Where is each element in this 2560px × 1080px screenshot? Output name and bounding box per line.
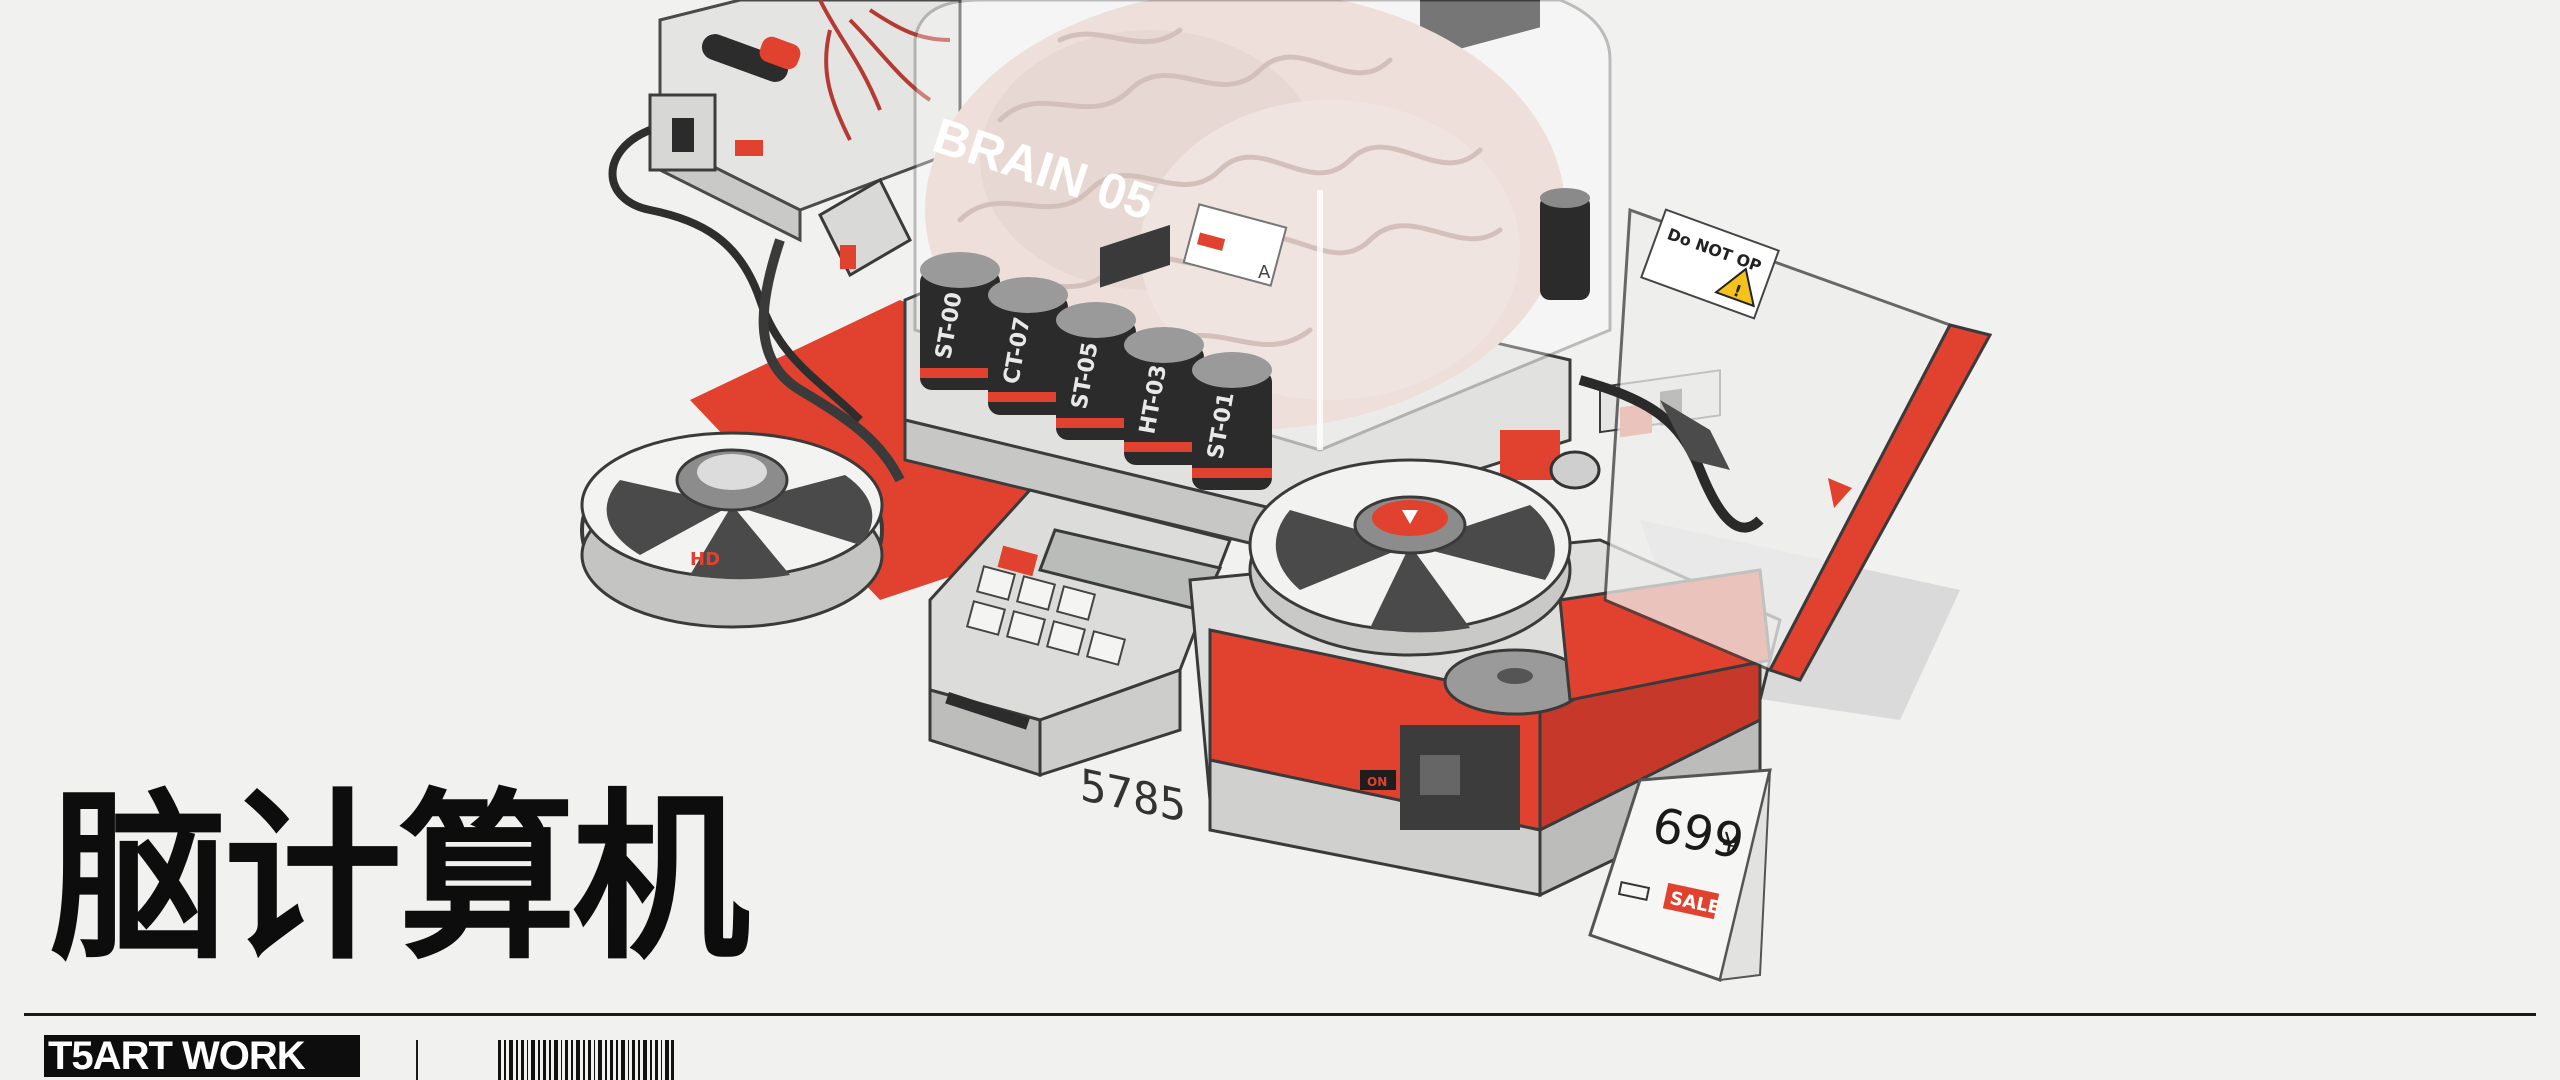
cylinder-st-01: ST-01 bbox=[1192, 352, 1272, 490]
reel-mark: HD bbox=[690, 549, 720, 570]
left-tape-reel: HD bbox=[580, 431, 884, 629]
main-tape-reel bbox=[1248, 458, 1572, 657]
jar-tag: A bbox=[1258, 262, 1271, 283]
poster-title: 脑计算机 bbox=[50, 772, 750, 985]
calculator-display: 5785 bbox=[1080, 760, 1186, 833]
brand-label: T5ART WORK bbox=[44, 1035, 360, 1077]
on-switch-label: ON bbox=[1367, 775, 1387, 789]
barcode bbox=[498, 1040, 674, 1080]
footer-rule bbox=[24, 1013, 2536, 1016]
footer-separator bbox=[416, 1040, 418, 1080]
